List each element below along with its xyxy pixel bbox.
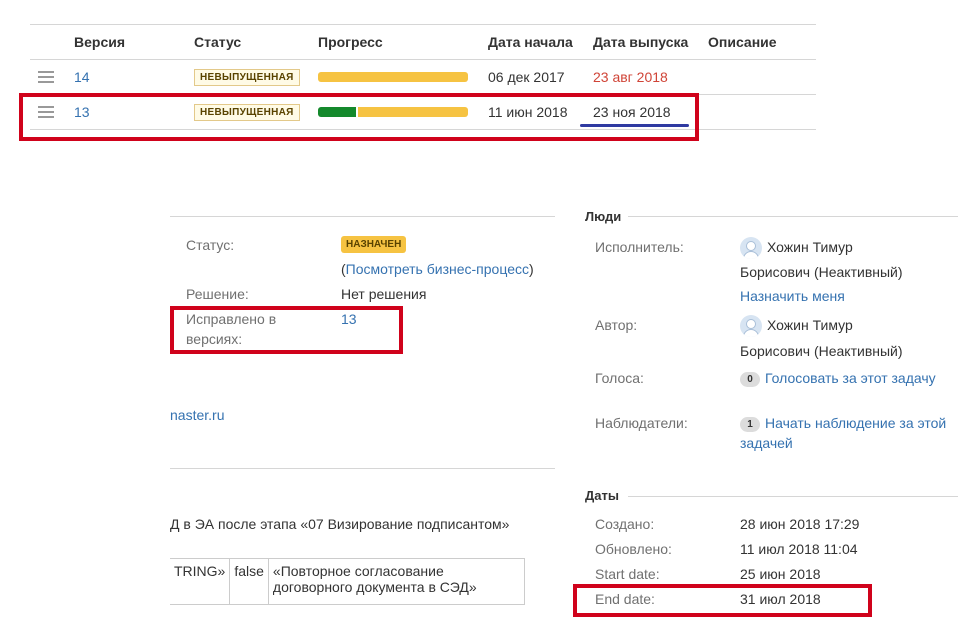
table-cell: false <box>229 558 269 605</box>
assignee-avatar <box>740 237 762 259</box>
dates-title-rule <box>628 496 958 497</box>
dates-section-title: Даты <box>585 488 619 503</box>
description-text: Д в ЭА после этапа «07 Визирование подпи… <box>170 516 510 532</box>
votes-count-badge: 0 <box>740 372 760 387</box>
start-date: 06 дек 2017 <box>488 69 565 85</box>
col-header-version: Версия <box>74 34 126 50</box>
description-table: TRING» false «Повторное согласование дого… <box>170 558 525 605</box>
updated-label: Обновлено: <box>595 541 672 557</box>
start-date-value: 25 июн 2018 <box>740 566 821 582</box>
annotation-red-box-end-date <box>573 584 872 617</box>
resolution-label: Решение: <box>186 286 249 302</box>
status-label: Статус: <box>186 237 235 253</box>
col-header-release-date: Дата выпуска <box>593 34 689 50</box>
details-mid-divider <box>170 468 555 469</box>
reporter-name-line2[interactable]: Борисович (Неактивный) <box>740 343 903 359</box>
table-row: TRING» false «Повторное согласование дого… <box>170 558 525 605</box>
col-header-start-date: Дата начала <box>488 34 573 50</box>
annotation-red-box-fix-versions <box>170 306 403 354</box>
vote-link[interactable]: Голосовать за этот задачу <box>765 370 936 386</box>
assignee-label: Исполнитель: <box>595 239 684 255</box>
table-cell: TRING» <box>170 558 231 605</box>
reporter-label: Автор: <box>595 317 638 333</box>
view-workflow-link[interactable]: Посмотреть бизнес-процесс <box>346 261 529 277</box>
annotation-red-box-row-13 <box>19 93 699 141</box>
version-link[interactable]: 14 <box>74 69 90 85</box>
resolution-value: Нет решения <box>341 286 427 302</box>
status-lozenge: НАЗНАЧЕН <box>341 236 407 253</box>
watchers-count-badge: 1 <box>740 417 760 432</box>
workflow-close-paren: ) <box>528 261 534 277</box>
assignee-name-line1[interactable]: Хожин Тимур <box>767 239 853 255</box>
assign-to-me-link[interactable]: Назначить меня <box>740 288 845 304</box>
reporter-avatar <box>740 315 762 337</box>
watch-link-line1[interactable]: Начать наблюдение за этой <box>765 415 946 431</box>
col-header-status: Статус <box>194 34 242 50</box>
votes-label: Голоса: <box>595 370 644 386</box>
created-value: 28 июн 2018 17:29 <box>740 516 860 532</box>
release-date-overdue: 23 авг 2018 <box>593 69 668 85</box>
truncated-link[interactable]: naster.ru <box>170 407 224 423</box>
created-label: Создано: <box>595 516 655 532</box>
people-section-title: Люди <box>585 209 622 224</box>
table-cell: «Повторное согласование договорного докум… <box>267 558 525 605</box>
reporter-name-line1[interactable]: Хожин Тимур <box>767 317 853 333</box>
updated-value: 11 июл 2018 11:04 <box>740 541 858 557</box>
workflow-line: (Посмотреть бизнес-процесс) <box>341 261 534 277</box>
table-top-border <box>30 24 816 25</box>
drag-handle-icon[interactable] <box>38 71 54 86</box>
status-badge: НЕВЫПУЩЕННАЯ <box>194 69 300 86</box>
table-header-divider <box>30 59 816 60</box>
annotation-blue-underline <box>580 124 689 127</box>
details-top-divider <box>170 216 555 217</box>
watchers-label: Наблюдатели: <box>595 415 688 431</box>
progress-todo-segment <box>318 72 468 82</box>
watch-link-line2[interactable]: задачей <box>740 435 793 451</box>
start-date-label: Start date: <box>595 566 660 582</box>
progress-bar <box>318 72 468 82</box>
col-header-description: Описание <box>708 34 777 50</box>
assignee-name-line2[interactable]: Борисович (Неактивный) <box>740 264 903 280</box>
people-title-rule <box>628 216 958 217</box>
col-header-progress: Прогресс <box>318 34 383 50</box>
